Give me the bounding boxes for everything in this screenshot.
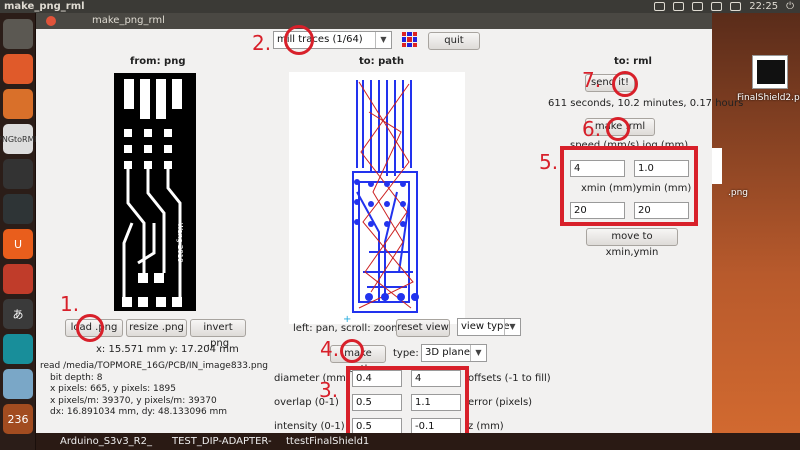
power-icon[interactable]: ⏻	[786, 0, 794, 13]
png-info-depth: bit depth: 8	[50, 372, 103, 383]
png-info: read /media/TOPMORE_16G/PCB/IN_image833.…	[40, 361, 268, 419]
annotation-circle-2	[284, 25, 314, 55]
launcher-update-manager-icon[interactable]: 236	[3, 404, 33, 434]
taskbar: Arduino_S3v3_R2_ TEST_DIP-ADAPTER- ttest…	[36, 433, 800, 450]
move-to-xmin-ymin-button[interactable]: move to xmin,ymin	[586, 228, 678, 258]
reset-view-button[interactable]: reset view	[396, 319, 450, 337]
z-label: z (mm)	[468, 421, 504, 432]
annotation-1: 1.	[60, 292, 80, 316]
annotation-4: 4.	[320, 337, 340, 361]
board-label: Wang 2019	[176, 223, 184, 263]
launcher: PNGtoRML U あ 236	[0, 13, 39, 450]
desktop-file-icon[interactable]	[752, 55, 788, 89]
pcb-traces-image: Wang 2019	[122, 79, 184, 307]
annotation-5: 5.	[539, 150, 559, 174]
launcher-anime-app-icon[interactable]	[3, 369, 33, 399]
launcher-arduino-icon[interactable]	[3, 334, 33, 364]
annotation-circle-6	[606, 117, 630, 141]
launcher-terminal-icon[interactable]	[3, 194, 33, 224]
estimated-time: 611 seconds, 10.2 minutes, 0.17 hours	[548, 98, 744, 109]
to-path-header: to: path	[359, 56, 404, 67]
window-titlebar[interactable]: make_png_rml	[36, 13, 712, 29]
taskbar-item-arduino[interactable]: Arduino_S3v3_R2_	[60, 436, 152, 447]
volume-icon[interactable]	[730, 2, 742, 11]
type-label: type:	[393, 348, 419, 359]
desktop-file-label-2: .png	[728, 188, 748, 198]
view-type-value: view type	[461, 321, 510, 332]
path-preview[interactable]: +	[289, 72, 465, 324]
annotation-circle-7	[612, 71, 638, 97]
diameter-label: diameter (mm)	[274, 373, 350, 384]
launcher-pngtorml-icon[interactable]: PNGtoRML	[0, 124, 39, 154]
view-type-select[interactable]: view type ▼	[457, 318, 521, 336]
launcher-files-icon[interactable]	[3, 89, 33, 119]
annotation-6: 6.	[582, 117, 602, 141]
battery-icon[interactable]	[711, 2, 723, 11]
mail-icon[interactable]	[654, 2, 666, 11]
window-title: make_png_rml	[92, 15, 165, 26]
to-rml-header: to: rml	[614, 56, 652, 67]
intensity-label: intensity (0-1)	[274, 421, 345, 432]
network-icon[interactable]	[692, 2, 704, 11]
app-window: make_png_rml mill traces (1/64) ▼ quit f…	[36, 13, 743, 439]
launcher-ubuntu-one-icon[interactable]: U	[3, 229, 33, 259]
desktop-file-label: FinalShield2.png	[737, 93, 800, 103]
taskbar-item-test-dip[interactable]: TEST_DIP-ADAPTER-	[172, 436, 272, 447]
launcher-ubuntu-dash-icon[interactable]	[3, 19, 33, 49]
png-info-pixels: x pixels: 665, y pixels: 1895	[50, 384, 176, 394]
png-info-density: x pixels/m: 39370, y pixels/m: 39370	[50, 395, 217, 406]
toolpath-image: +	[343, 80, 419, 324]
system-tray: 22:25 ⏻	[654, 0, 794, 13]
view-hint: left: pan, scroll: zoom	[293, 323, 401, 334]
quit-button[interactable]: quit	[428, 32, 480, 50]
png-preview[interactable]: Wang 2019	[114, 73, 196, 311]
invert-png-button[interactable]: invert .png	[190, 319, 246, 349]
png-info-size: dx: 16.891034 mm, dy: 48.133096 mm	[50, 407, 228, 417]
from-png-header: from: png	[130, 56, 186, 67]
annotation-circle-4	[340, 339, 364, 363]
top-panel: make_png_rml 22:25 ⏻	[0, 0, 800, 13]
chevron-down-icon: ▼	[375, 32, 391, 48]
active-window-title: make_png_rml	[4, 1, 85, 12]
keyboard-icon[interactable]	[673, 2, 685, 11]
launcher-input-method-icon[interactable]: あ	[3, 299, 33, 329]
desktop-file-icon-2[interactable]	[712, 148, 722, 184]
type-select-value: 3D plane	[425, 347, 470, 358]
type-select[interactable]: 3D plane ▼	[421, 344, 487, 362]
launcher-inkscape-icon[interactable]	[3, 159, 33, 189]
taskbar-item-final-shield[interactable]: ttestFinalShield1	[286, 436, 369, 447]
png-info-file: read /media/TOPMORE_16G/PCB/IN_image833.…	[40, 361, 268, 371]
cursor-coords: x: 15.571 mm y: 17.204 mm	[96, 344, 239, 355]
clock[interactable]: 22:25	[749, 0, 778, 13]
error-label: error (pixels)	[468, 397, 533, 408]
launcher-system-settings-icon[interactable]	[3, 264, 33, 294]
annotation-7: 7.	[582, 68, 602, 92]
annotation-circle-1	[76, 314, 104, 342]
annotation-box-3	[346, 366, 469, 439]
resize-png-button[interactable]: resize .png	[126, 319, 187, 337]
annotation-2: 2.	[252, 31, 272, 55]
close-icon[interactable]	[46, 16, 56, 26]
color-grid-icon[interactable]	[402, 32, 417, 47]
offsets-label: offsets (-1 to fill)	[468, 373, 551, 384]
chevron-down-icon: ▼	[470, 345, 486, 361]
annotation-box-5	[560, 146, 698, 226]
launcher-software-center-icon[interactable]	[3, 54, 33, 84]
chevron-down-icon: ▼	[504, 319, 520, 335]
annotation-3: 3.	[319, 378, 339, 402]
